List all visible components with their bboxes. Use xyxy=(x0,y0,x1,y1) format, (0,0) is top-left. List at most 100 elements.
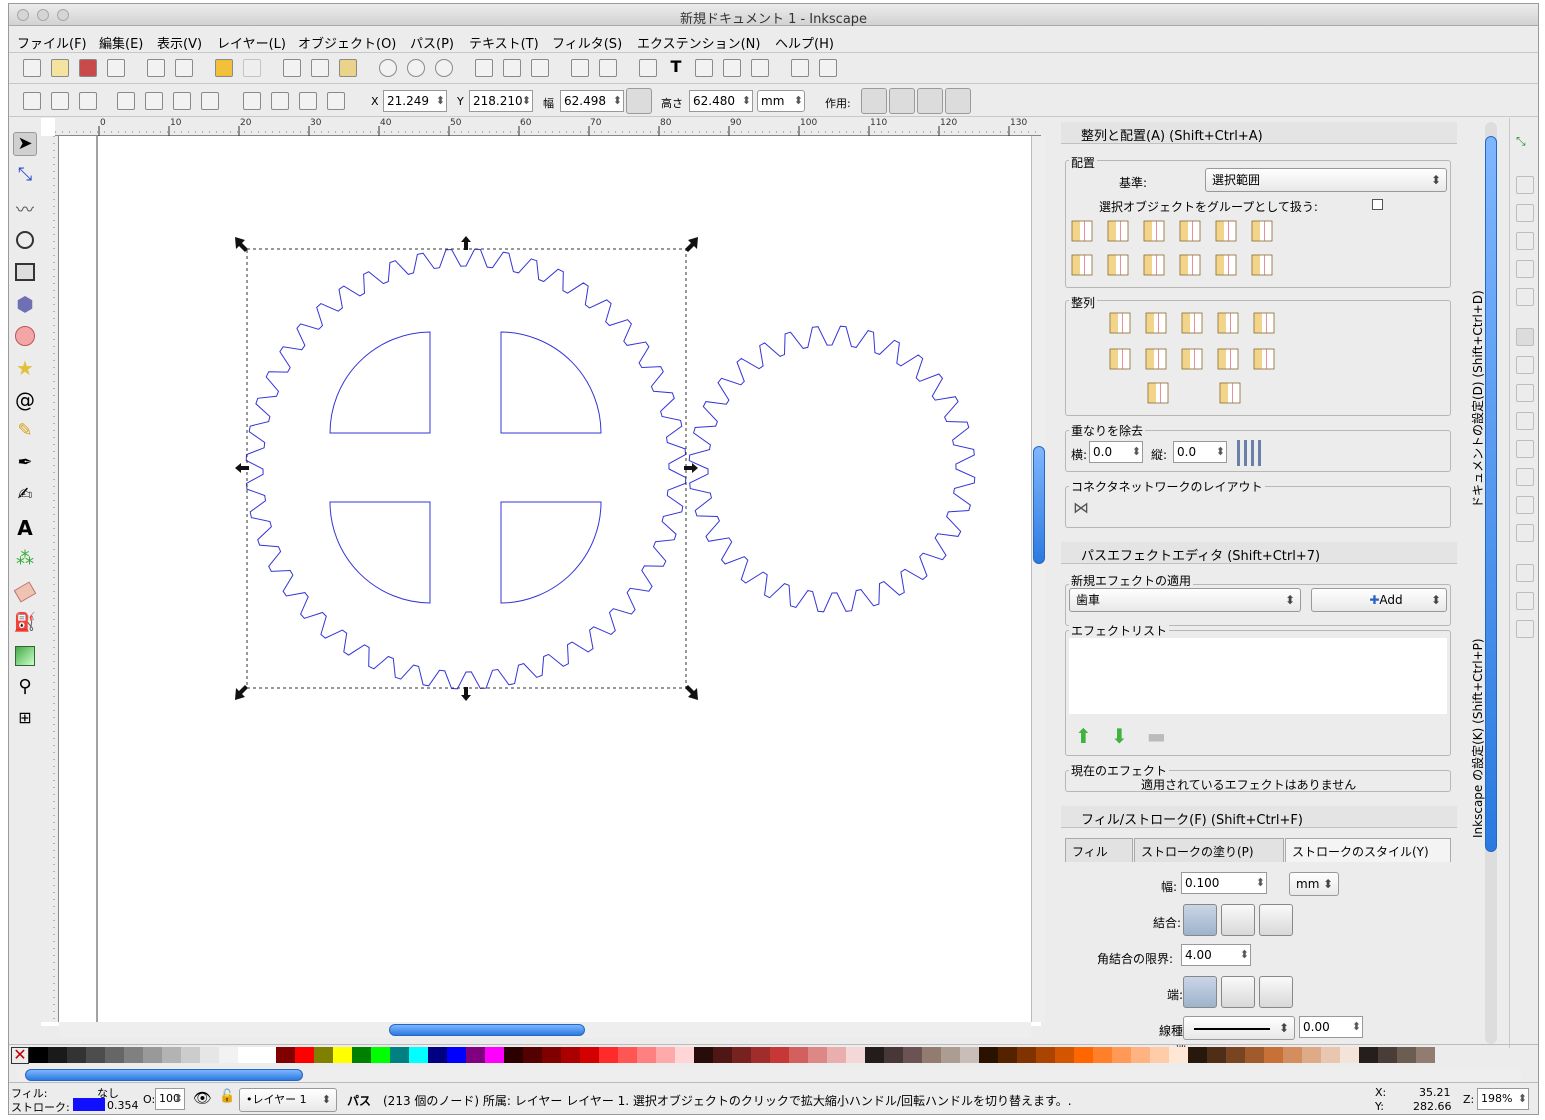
x-input[interactable]: 21.249 xyxy=(383,90,447,112)
dropper-tool-icon[interactable]: ⚲ xyxy=(13,676,37,700)
color-swatch[interactable] xyxy=(979,1047,998,1063)
color-swatch[interactable] xyxy=(1340,1047,1359,1063)
connector-tool-icon[interactable]: ⊞ xyxy=(13,708,37,732)
snap-smooth-icon[interactable] xyxy=(1516,440,1534,458)
align-option-icon[interactable] xyxy=(1071,220,1093,242)
color-swatch[interactable] xyxy=(1074,1047,1093,1063)
flip-vertical-icon[interactable] xyxy=(201,92,219,110)
select-all-layers-icon[interactable] xyxy=(51,92,69,110)
relative-to-select[interactable]: 選択範囲 xyxy=(1205,168,1447,192)
color-swatch[interactable] xyxy=(333,1047,352,1063)
inkscape-preferences-tab[interactable]: Inkscape の設定(K) (Shift+Ctrl+P) xyxy=(1469,639,1486,839)
align-option-icon[interactable] xyxy=(1107,220,1129,242)
color-swatch[interactable] xyxy=(941,1047,960,1063)
color-swatch[interactable] xyxy=(295,1047,314,1063)
lower-bottom-icon[interactable] xyxy=(243,92,261,110)
color-swatch[interactable] xyxy=(998,1047,1017,1063)
selector-tool-icon[interactable]: ➤ xyxy=(13,132,37,156)
document-properties-icon[interactable] xyxy=(819,59,837,77)
tab-stroke-paint[interactable]: ストロークの塗り(P) xyxy=(1134,838,1284,862)
color-swatch[interactable] xyxy=(580,1047,599,1063)
tab-stroke-style[interactable]: ストロークのスタイル(Y) xyxy=(1285,838,1451,862)
snap-midpoint-icon[interactable] xyxy=(1516,468,1534,486)
bucket-tool-icon[interactable]: ⛽ xyxy=(13,612,37,636)
zoom-tool-icon[interactable] xyxy=(16,231,34,249)
effect-list[interactable] xyxy=(1069,638,1447,714)
node-select-icon[interactable] xyxy=(571,59,589,77)
scale-stroke-toggle[interactable] xyxy=(861,88,887,114)
color-swatch[interactable] xyxy=(808,1047,827,1063)
snap-bbox-edge-icon[interactable] xyxy=(1516,204,1534,222)
color-swatch[interactable] xyxy=(409,1047,428,1063)
menu-object[interactable]: オブジェクト(O) xyxy=(298,33,396,52)
menu-text[interactable]: テキスト(T) xyxy=(469,33,539,52)
color-swatch[interactable] xyxy=(922,1047,941,1063)
zoom-input[interactable]: 198% xyxy=(1477,1088,1529,1110)
small-gear-path[interactable] xyxy=(688,325,976,613)
color-swatch[interactable] xyxy=(599,1047,618,1063)
lock-icon[interactable]: 🔓 xyxy=(219,1089,235,1104)
color-swatch[interactable] xyxy=(903,1047,922,1063)
lpe-panel-header[interactable]: パスエフェクトエディタ (Shift+Ctrl+7) xyxy=(1061,542,1457,564)
save-icon[interactable] xyxy=(79,59,97,77)
scale-corners-toggle[interactable] xyxy=(889,88,915,114)
text-tool-icon[interactable]: A xyxy=(13,516,37,540)
color-swatch[interactable] xyxy=(1093,1047,1112,1063)
snap-object-center-icon[interactable] xyxy=(1516,496,1534,514)
color-swatch[interactable] xyxy=(1378,1047,1397,1063)
overlap-v-input[interactable]: 0.0 xyxy=(1173,441,1227,463)
ellipse-tool-icon[interactable] xyxy=(15,326,35,346)
rect-tool-icon[interactable] xyxy=(15,263,35,281)
color-swatch[interactable] xyxy=(219,1047,238,1063)
group-icon[interactable] xyxy=(475,59,493,77)
align-option-icon[interactable] xyxy=(1143,254,1165,276)
deselect-icon[interactable] xyxy=(79,92,97,110)
color-swatch[interactable] xyxy=(1112,1047,1131,1063)
color-swatch[interactable] xyxy=(181,1047,200,1063)
palette-scrollbar[interactable] xyxy=(17,1068,1521,1082)
node-tool-icon[interactable]: ⤡ xyxy=(13,164,37,188)
color-swatch[interactable] xyxy=(447,1047,466,1063)
remove-effect-icon[interactable]: ▬ xyxy=(1147,724,1173,750)
color-swatch[interactable] xyxy=(1188,1047,1207,1063)
color-swatch[interactable] xyxy=(865,1047,884,1063)
align-option-icon[interactable] xyxy=(1179,220,1201,242)
color-swatch[interactable] xyxy=(390,1047,409,1063)
color-swatch[interactable] xyxy=(276,1047,295,1063)
lower-icon[interactable] xyxy=(271,92,289,110)
color-swatch[interactable] xyxy=(1321,1047,1340,1063)
horizontal-scroll-thumb[interactable] xyxy=(389,1024,585,1036)
text-font-icon[interactable]: T xyxy=(667,59,685,77)
color-swatch[interactable] xyxy=(162,1047,181,1063)
color-swatch[interactable] xyxy=(561,1047,580,1063)
spray-tool-icon[interactable]: ⁂ xyxy=(13,548,37,572)
unit-select[interactable]: mm xyxy=(757,90,805,112)
menu-path[interactable]: パス(P) xyxy=(410,33,454,52)
opacity-input[interactable]: 100 xyxy=(155,1088,185,1110)
color-swatch[interactable] xyxy=(1131,1047,1150,1063)
color-swatch[interactable] xyxy=(1226,1047,1245,1063)
pencil-tool-icon[interactable]: ✎ xyxy=(13,420,37,444)
color-swatch[interactable] xyxy=(1283,1047,1302,1063)
pen-tool-icon[interactable]: ✒ xyxy=(13,452,37,476)
dash-offset-input[interactable]: 0.00 xyxy=(1299,1016,1363,1038)
color-swatch[interactable] xyxy=(1207,1047,1226,1063)
color-swatch[interactable] xyxy=(770,1047,789,1063)
drawing-canvas[interactable] xyxy=(59,136,1037,1022)
color-swatch[interactable] xyxy=(960,1047,979,1063)
layer-select[interactable]: •レイヤー 1 xyxy=(239,1088,337,1112)
color-swatch[interactable] xyxy=(1359,1047,1378,1063)
align-option-icon[interactable] xyxy=(1215,254,1237,276)
snap-bbox-midpoint-icon[interactable] xyxy=(1516,260,1534,278)
stroke-width-input[interactable]: 0.100 xyxy=(1181,872,1267,894)
visibility-eye-icon[interactable]: 👁 xyxy=(193,1089,212,1107)
no-paint-swatch[interactable]: ✕ xyxy=(11,1047,29,1064)
color-swatch[interactable] xyxy=(1397,1047,1416,1063)
redo-icon[interactable] xyxy=(243,59,261,77)
snap-enable-icon[interactable]: ⤡ xyxy=(1516,134,1534,152)
zoom-page-icon[interactable] xyxy=(435,59,453,77)
color-swatch[interactable] xyxy=(1416,1047,1435,1063)
join-bevel-button[interactable] xyxy=(1259,904,1293,936)
color-swatch[interactable] xyxy=(200,1047,219,1063)
menu-file[interactable]: ファイル(F) xyxy=(17,33,87,52)
